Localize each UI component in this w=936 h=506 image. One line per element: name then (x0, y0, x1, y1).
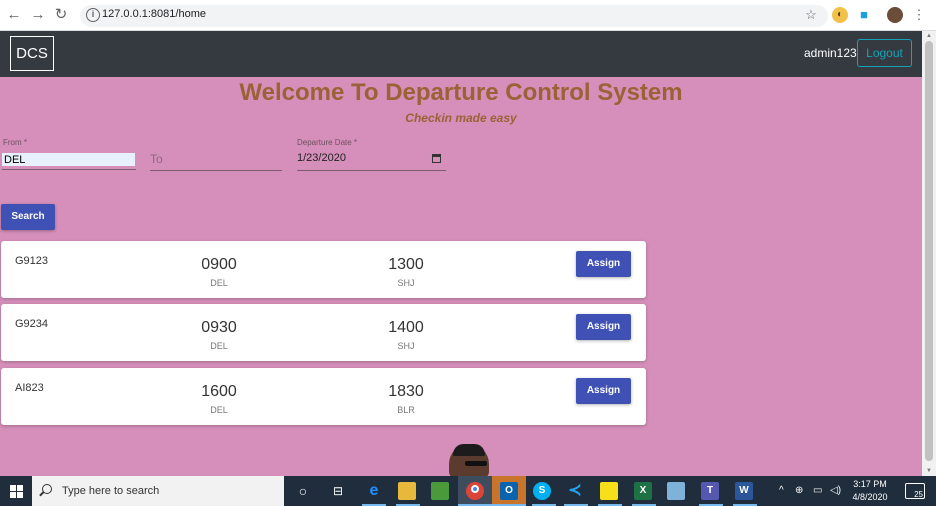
volume-icon[interactable]: ◁) (830, 485, 841, 497)
assign-button[interactable]: Assign (576, 251, 631, 277)
search-button[interactable]: Search (1, 204, 55, 230)
word-icon[interactable]: W (735, 482, 753, 500)
browser-toolbar: ← → ↻ i 127.0.0.1:8081/home ☆ ◐ ■ ⋮ (0, 0, 936, 31)
departure-time: 0930 (201, 319, 237, 336)
username-label: admin123 (804, 46, 857, 60)
departure-time: 1600 (201, 383, 237, 400)
back-icon[interactable]: ← (5, 6, 23, 24)
taskbar-search-input[interactable]: Type here to search (32, 476, 284, 506)
from-underline (2, 169, 136, 170)
scroll-down-icon[interactable]: ▼ (925, 467, 933, 475)
menu-kebab-icon[interactable]: ⋮ (911, 7, 927, 23)
teams-icon[interactable]: T (701, 482, 719, 500)
from-label: From * (3, 138, 27, 147)
page-scrollbar[interactable]: ▲ ▼ (922, 31, 936, 476)
arrival-city: SHJ (397, 341, 415, 351)
flight-card: G9123 0900 DEL 1300 SHJ Assign (1, 241, 646, 298)
reload-icon[interactable]: ↻ (52, 6, 70, 24)
app-navbar: DCS admin123 Logout (0, 31, 922, 77)
chrome-browser-icon[interactable] (466, 482, 484, 500)
scroll-up-icon[interactable]: ▲ (925, 32, 933, 40)
from-input[interactable] (2, 153, 135, 166)
photos-app-icon[interactable] (431, 482, 449, 500)
flight-card: G9234 0930 DEL 1400 SHJ Assign (1, 304, 646, 361)
arrival-time: 1400 (388, 319, 424, 336)
page-title: Welcome To Departure Control System (239, 79, 683, 106)
address-bar[interactable]: i 127.0.0.1:8081/home (80, 5, 828, 27)
clock-date[interactable]: 4/8/2020 (848, 492, 892, 502)
extension-icon[interactable]: ◐ (832, 7, 848, 23)
arrival-city: SHJ (397, 278, 415, 288)
skype-icon[interactable]: S (533, 482, 551, 500)
clock-time[interactable]: 3:17 PM (848, 479, 892, 489)
excel-icon[interactable]: X (634, 482, 652, 500)
departure-city: DEL (210, 341, 228, 351)
notepad-icon[interactable] (667, 482, 685, 500)
scroll-thumb[interactable] (925, 41, 933, 461)
taskbar-search-placeholder: Type here to search (62, 485, 160, 497)
battery-icon[interactable]: ▭ (813, 485, 822, 497)
assign-button[interactable]: Assign (576, 378, 631, 404)
arrival-city: BLR (397, 405, 415, 415)
notification-center-icon[interactable]: 25 (905, 483, 925, 499)
file-explorer-icon[interactable] (398, 482, 416, 500)
background-sunglasses-shape (465, 461, 487, 466)
windows-start-icon[interactable] (0, 476, 32, 506)
search-icon (42, 484, 52, 494)
departure-date-input[interactable]: 1/23/2020 (297, 152, 346, 164)
to-underline (150, 170, 282, 171)
address-text: 127.0.0.1:8081/home (102, 8, 206, 20)
outlook-icon[interactable]: O (500, 482, 518, 500)
main-content: Welcome To Departure Control System Chec… (0, 77, 922, 476)
forward-icon[interactable]: → (29, 6, 47, 24)
profile-avatar-icon[interactable] (887, 7, 903, 23)
os-taskbar: Type here to search ○ ⊟ e O S ≺ X T W ^ … (0, 476, 936, 506)
network-icon[interactable]: ⊕ (795, 485, 803, 497)
edge-browser-icon[interactable]: e (365, 482, 383, 500)
date-label: Departure Date * (297, 138, 358, 147)
departure-time: 0900 (201, 256, 237, 273)
vscode-icon[interactable]: ≺ (566, 482, 584, 500)
flight-number: AI823 (15, 382, 44, 394)
info-icon[interactable]: i (86, 8, 100, 22)
flight-number: G9123 (15, 255, 49, 267)
notification-count: 25 (914, 490, 923, 499)
assign-button[interactable]: Assign (576, 314, 631, 340)
departure-city: DEL (210, 405, 228, 415)
arrival-time: 1830 (388, 383, 424, 400)
flight-number: G9234 (15, 318, 49, 330)
to-input[interactable]: To (150, 152, 163, 166)
tray-chevron-icon[interactable]: ^ (779, 485, 784, 497)
date-underline (297, 170, 446, 171)
departure-city: DEL (210, 278, 228, 288)
bookmark-star-icon[interactable]: ☆ (803, 7, 819, 23)
brand-logo[interactable]: DCS (10, 36, 54, 71)
flight-card: AI823 1600 DEL 1830 BLR Assign (1, 368, 646, 425)
windows-extension-icon[interactable]: ■ (856, 7, 872, 23)
calendar-icon[interactable] (432, 154, 441, 163)
page-subtitle: Checkin made easy (405, 111, 517, 125)
cortana-icon[interactable]: ○ (294, 482, 312, 500)
sticky-notes-icon[interactable] (600, 482, 618, 500)
arrival-time: 1300 (388, 256, 424, 273)
task-view-icon[interactable]: ⊟ (329, 482, 347, 500)
logout-button[interactable]: Logout (857, 39, 912, 67)
background-cap-shape (453, 444, 485, 456)
